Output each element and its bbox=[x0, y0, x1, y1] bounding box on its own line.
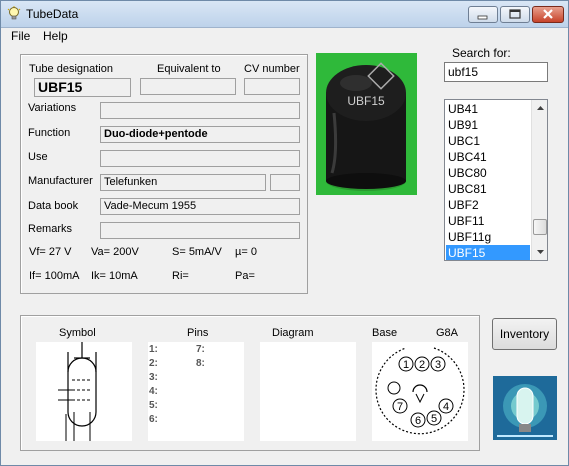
list-item[interactable]: UBC41 bbox=[446, 149, 530, 165]
list-item[interactable]: UBC81 bbox=[446, 181, 530, 197]
variations-field[interactable] bbox=[100, 102, 300, 119]
svg-text:7: 7 bbox=[397, 401, 403, 413]
lightbulb-icon bbox=[7, 6, 21, 20]
cv-number-field[interactable] bbox=[244, 78, 300, 95]
pins-box: 1: 2: 3: 4: 5: 6: 7: 8: bbox=[148, 342, 244, 441]
list-item[interactable]: UBF11g bbox=[446, 229, 530, 245]
equivalent-label: Equivalent to bbox=[157, 63, 221, 75]
pin-label: 5: bbox=[149, 400, 158, 411]
pin-label: 3: bbox=[149, 372, 158, 383]
search-label: Search for: bbox=[452, 46, 511, 60]
diagram-label: Diagram bbox=[272, 327, 314, 339]
tube-marking: UBF15 bbox=[347, 94, 385, 108]
manufacturer-field[interactable]: Telefunken bbox=[100, 174, 266, 191]
param-va: Va= 200V bbox=[91, 246, 139, 258]
tube-image: UBF15 bbox=[326, 62, 406, 191]
base-pinout-icon: 123 456 7 bbox=[375, 347, 465, 435]
list-item[interactable]: UBF2 bbox=[446, 197, 530, 213]
param-ik: Ik= 10mA bbox=[91, 270, 138, 282]
svg-text:4: 4 bbox=[443, 401, 449, 413]
base-box: 123 456 7 bbox=[372, 342, 468, 441]
use-field[interactable] bbox=[100, 150, 300, 167]
menu-help[interactable]: Help bbox=[43, 29, 68, 43]
param-pa: Pa= bbox=[235, 270, 255, 282]
variations-label: Variations bbox=[28, 102, 77, 114]
svg-text:2: 2 bbox=[419, 359, 425, 371]
svg-text:6: 6 bbox=[415, 415, 421, 427]
menu-file[interactable]: File bbox=[11, 29, 30, 43]
base-type-label: G8A bbox=[436, 327, 459, 339]
pin-label: 8: bbox=[196, 358, 205, 369]
close-button[interactable] bbox=[532, 6, 564, 23]
databook-label: Data book bbox=[28, 200, 79, 212]
symbol-label: Symbol bbox=[59, 327, 96, 339]
maximize-button[interactable] bbox=[500, 6, 530, 23]
databook-field[interactable]: Vade-Mecum 1955 bbox=[100, 198, 300, 215]
equivalent-field[interactable] bbox=[140, 78, 236, 95]
list-item[interactable]: UBC1 bbox=[446, 133, 530, 149]
title-bar[interactable]: TubeData bbox=[1, 1, 568, 28]
function-label: Function bbox=[28, 127, 71, 139]
function-field[interactable]: Duo-diode+pentode bbox=[100, 126, 300, 143]
minimize-button[interactable] bbox=[468, 6, 498, 23]
pins-label: Pins bbox=[187, 327, 209, 339]
svg-text:3: 3 bbox=[435, 359, 441, 371]
pin-label: 2: bbox=[149, 358, 158, 369]
manufacturer-extra-field[interactable] bbox=[270, 174, 300, 191]
inventory-button[interactable]: Inventory bbox=[492, 318, 557, 350]
svg-text:1: 1 bbox=[403, 359, 409, 371]
param-ri: Ri= bbox=[172, 270, 189, 282]
tube-listbox[interactable]: UB41 UB91 UBC1 UBC41 UBC80 UBC81 UBF2 UB… bbox=[444, 99, 548, 261]
pin-label: 7: bbox=[196, 344, 205, 355]
list-scrollbar[interactable] bbox=[531, 100, 548, 260]
list-item[interactable]: UB91 bbox=[446, 117, 530, 133]
param-if: If= 100mA bbox=[29, 270, 80, 282]
tube-symbol-icon bbox=[58, 342, 97, 441]
designation-label: Tube designation bbox=[29, 63, 113, 75]
tube-logo-icon bbox=[493, 376, 557, 440]
svg-text:5: 5 bbox=[431, 413, 437, 425]
tube-photo: UBF15 bbox=[316, 53, 417, 195]
pin-label: 6: bbox=[149, 414, 158, 425]
param-s: S= 5mA/V bbox=[172, 246, 222, 258]
pin-label: 4: bbox=[149, 386, 158, 397]
maximize-icon bbox=[509, 9, 521, 19]
cv-number-label: CV number bbox=[244, 63, 300, 75]
list-item[interactable]: UBC80 bbox=[446, 165, 530, 181]
designation-field[interactable]: UBF15 bbox=[34, 78, 131, 97]
close-icon bbox=[543, 9, 553, 19]
param-vf: Vf= 27 V bbox=[29, 246, 72, 258]
list-item-selected[interactable]: UBF15 bbox=[446, 245, 530, 260]
symbol-box bbox=[36, 342, 132, 441]
list-item[interactable]: UBF11 bbox=[446, 213, 530, 229]
param-mu: µ= 0 bbox=[235, 246, 257, 258]
search-input[interactable]: ubf15 bbox=[444, 62, 548, 82]
menu-bar: File Help bbox=[1, 28, 568, 45]
scroll-down-icon[interactable] bbox=[532, 243, 548, 260]
manufacturer-label: Manufacturer bbox=[28, 175, 93, 187]
app-logo bbox=[493, 376, 557, 440]
window-title: TubeData bbox=[26, 7, 79, 21]
base-label: Base bbox=[372, 327, 398, 339]
remarks-field[interactable] bbox=[100, 222, 300, 239]
diagram-box bbox=[260, 342, 356, 441]
use-label: Use bbox=[28, 151, 48, 163]
main-window: TubeData File Help Tube designation Equi… bbox=[0, 0, 569, 466]
pin-label: 1: bbox=[149, 344, 158, 355]
remarks-label: Remarks bbox=[28, 223, 73, 235]
scroll-thumb[interactable] bbox=[533, 219, 547, 235]
minimize-icon bbox=[477, 15, 488, 20]
scroll-up-icon[interactable] bbox=[532, 100, 548, 117]
list-item[interactable]: UB41 bbox=[446, 101, 530, 117]
